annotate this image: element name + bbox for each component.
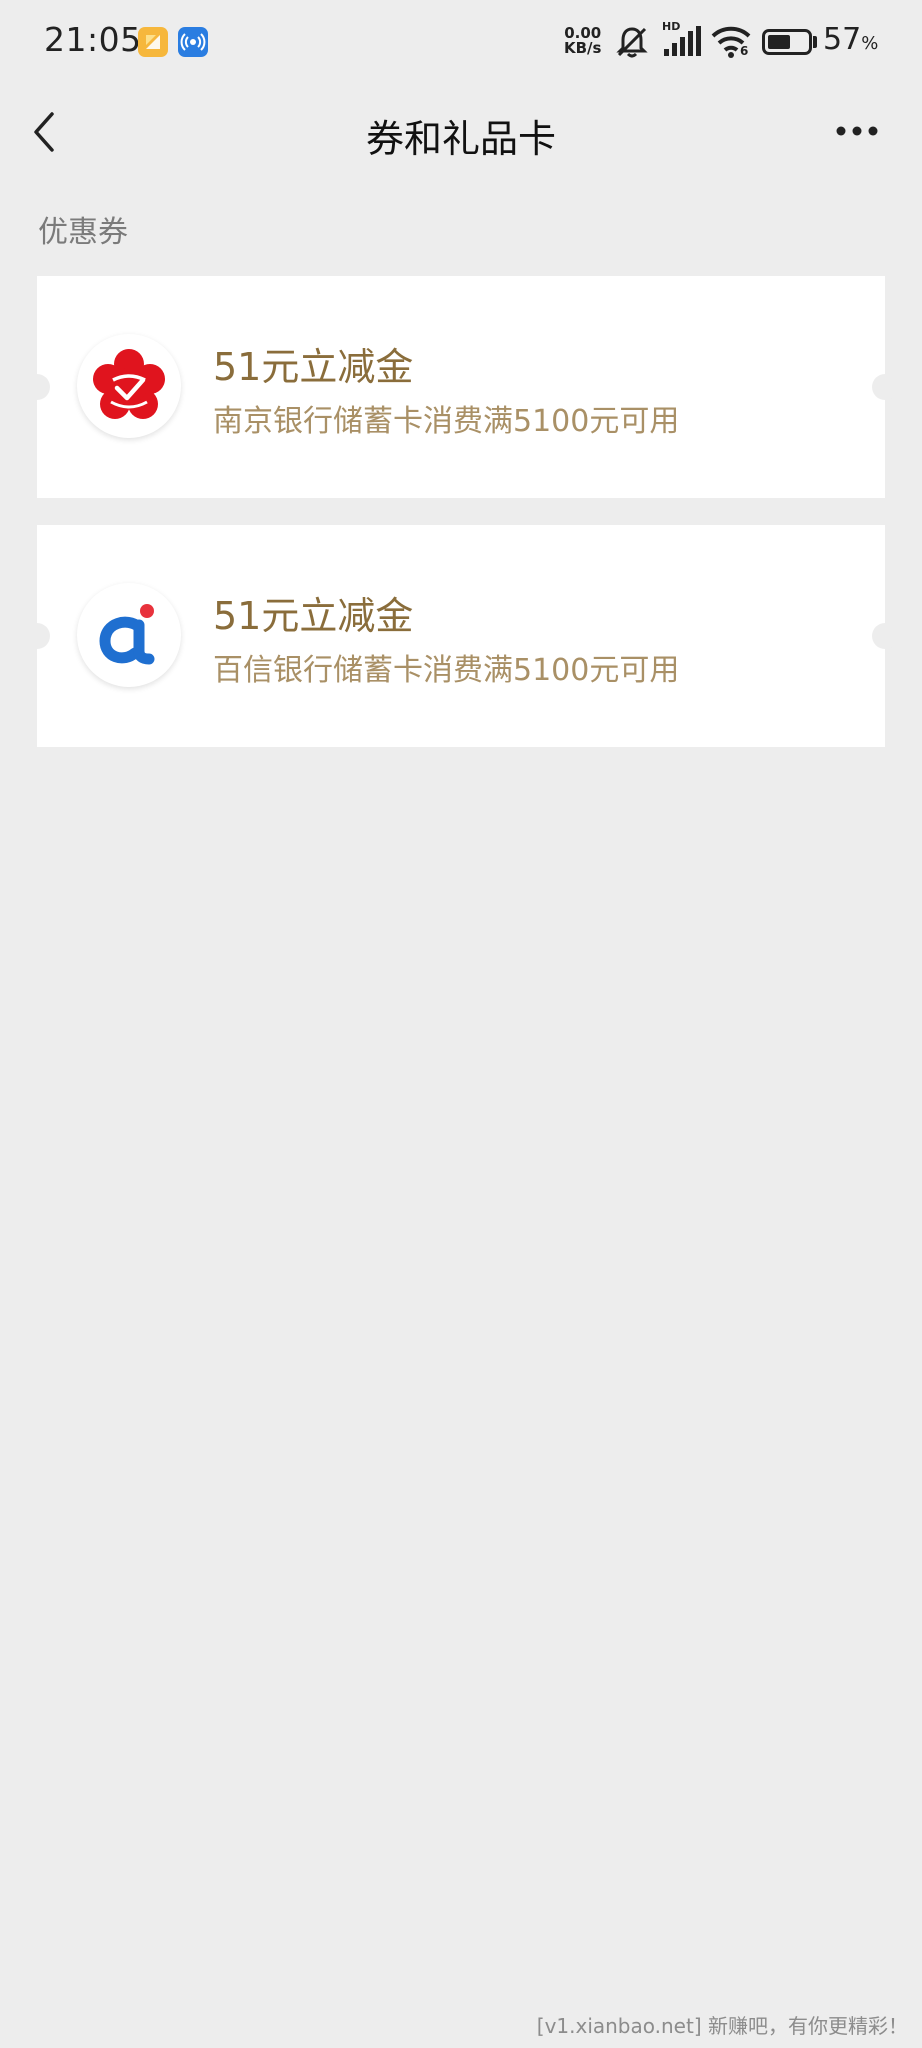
signal-hd-label: HD (662, 20, 681, 33)
more-button[interactable] (832, 116, 882, 146)
wifi-generation-label: 6 (740, 44, 749, 58)
coupon-description: 南京银行储蓄卡消费满5100元可用 (213, 404, 680, 439)
watermark-text: [v1.xianbao.net] 新赚吧，有你更精彩！ (536, 2014, 908, 2038)
battery-icon (762, 29, 812, 55)
aibank-logo-icon (77, 583, 181, 687)
battery-percent: 57% (823, 22, 878, 57)
gallery-notification-icon (138, 27, 168, 57)
coupon-description: 百信银行储蓄卡消费满5100元可用 (213, 653, 680, 688)
coupon-notch-right (872, 623, 898, 649)
battery-level-fill (768, 35, 790, 49)
wifi-icon: 6 (710, 24, 752, 60)
network-speed-unit: KB/s (564, 39, 602, 57)
coupon-list: 51元立减金 南京银行储蓄卡消费满5100元可用 51元立减金 百信银行储蓄卡消… (24, 276, 898, 774)
page-title: 券和礼品卡 (365, 117, 556, 161)
status-bar: 21:05 0.00 KB/s HD 6 57% (0, 0, 922, 86)
section-title-coupons: 优惠券 (38, 215, 128, 250)
coupon-title: 51元立减金 (213, 345, 414, 389)
coupon-notch-right (872, 374, 898, 400)
battery-percent-value: 57 (823, 22, 862, 57)
coupon-notch-left (24, 374, 50, 400)
coupon-card[interactable]: 51元立减金 南京银行储蓄卡消费满5100元可用 (24, 276, 898, 498)
nfc-notification-icon (178, 27, 208, 57)
network-speed: 0.00 KB/s (564, 26, 601, 56)
battery-percent-sign: % (861, 33, 879, 54)
bank-of-nanjing-logo-icon (77, 334, 181, 438)
more-dots-icon (836, 126, 878, 136)
coupon-title: 51元立减金 (213, 594, 414, 638)
battery-tip (813, 36, 817, 48)
coupon-notch-left (24, 623, 50, 649)
coupon-card[interactable]: 51元立减金 百信银行储蓄卡消费满5100元可用 (24, 525, 898, 747)
mute-bell-icon (614, 24, 650, 64)
status-time: 21:05 (44, 20, 142, 59)
signal-icon: HD (662, 20, 702, 60)
